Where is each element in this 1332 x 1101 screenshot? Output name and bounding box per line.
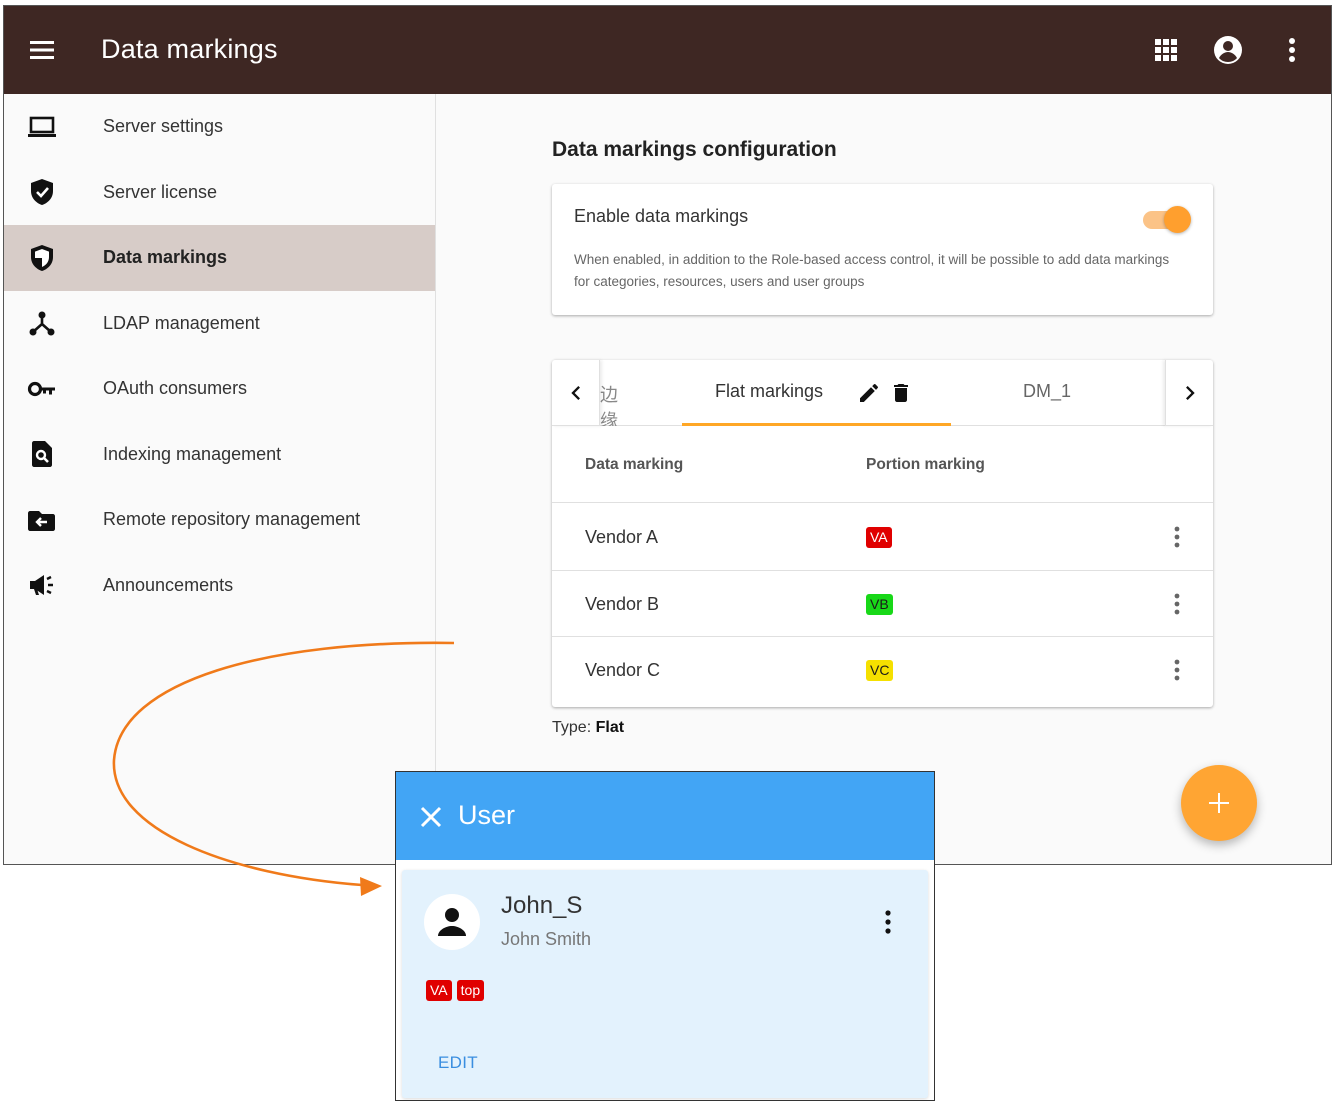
enable-description: When enabled, in addition to the Role-ba… <box>574 252 1170 289</box>
row-more-icon[interactable] <box>1165 657 1189 683</box>
user-panel: User John_S John Smith VA top EDIT <box>395 771 935 1101</box>
sidebar-item-label: Server license <box>103 181 218 202</box>
laptop-icon <box>26 111 58 143</box>
section-title: Data markings configuration <box>552 138 837 161</box>
data-marking-name: Vendor C <box>585 660 661 680</box>
portion-marking-badge: VB <box>866 593 893 615</box>
person-icon <box>438 908 466 936</box>
delete-icon[interactable] <box>889 381 913 405</box>
toggle-thumb <box>1164 206 1191 233</box>
folder-arrow-icon <box>26 504 58 536</box>
sidebar-item-announcements[interactable]: Announcements <box>4 553 435 619</box>
enable-data-markings-card: Enable data markings When enabled, in ad… <box>552 184 1213 315</box>
marking-type-value: Flat <box>595 719 625 736</box>
user-card: John_S John Smith VA top EDIT <box>402 870 928 1098</box>
find-in-page-icon <box>26 438 58 470</box>
sidebar-item-label: Indexing management <box>103 443 282 464</box>
edit-button[interactable]: EDIT <box>438 1053 478 1073</box>
sidebar-item-label: Data markings <box>103 247 228 268</box>
tab-scroll-right-button[interactable] <box>1165 360 1213 426</box>
sidebar-item-label: Announcements <box>103 574 234 595</box>
avatar <box>424 894 480 950</box>
table-row: Vendor C VC <box>552 637 1213 704</box>
column-header-data-marking: Data marking <box>585 456 684 473</box>
data-marking-name: Vendor A <box>585 527 659 547</box>
portion-marking-badge: VA <box>866 527 892 548</box>
row-more-icon[interactable] <box>1165 524 1189 550</box>
chevron-right-icon <box>1185 386 1195 400</box>
user-more-icon[interactable] <box>876 908 900 936</box>
tab-label: Flat markings <box>715 381 824 401</box>
username: John_S <box>501 892 583 919</box>
account-circle-icon[interactable] <box>1212 34 1244 66</box>
edit-icon[interactable] <box>857 381 881 405</box>
tab-partial[interactable]: 边缘 <box>600 360 630 426</box>
sidebar-item-label: Server settings <box>103 116 224 137</box>
megaphone-icon <box>26 569 58 601</box>
sidebar: Server settings Server license Data mark… <box>4 94 436 864</box>
enable-title: Enable data markings <box>574 206 749 226</box>
user-full-name: John Smith <box>501 929 592 949</box>
sidebar-item-indexing-management[interactable]: Indexing management <box>4 422 435 488</box>
tab-flat-markings[interactable]: Flat markings <box>682 360 951 426</box>
main-content: Data markings configuration Enable data … <box>437 94 1331 864</box>
app-window: Data markings Server settings Server lic… <box>3 5 1332 865</box>
sidebar-item-ldap-management[interactable]: LDAP management <box>4 291 435 357</box>
enable-data-markings-toggle[interactable] <box>1143 204 1191 234</box>
tab-scroll-left-button[interactable] <box>552 360 600 426</box>
user-marking-badge: top <box>456 980 485 1001</box>
menu-icon[interactable] <box>26 36 62 64</box>
tab-bar: 边缘 Flat markings DM_1 <box>552 360 1213 426</box>
sidebar-item-data-markings[interactable]: Data markings <box>4 225 435 291</box>
sidebar-item-label: LDAP management <box>103 312 260 333</box>
markings-table-card: 边缘 Flat markings DM_1 Data marking Porti… <box>552 360 1213 707</box>
sidebar-item-remote-repository-management[interactable]: Remote repository management <box>4 487 435 553</box>
chevron-left-icon <box>570 386 580 400</box>
data-marking-name: Vendor B <box>585 593 660 614</box>
user-panel-title: User <box>458 800 516 830</box>
plus-icon <box>1209 793 1229 813</box>
column-header-portion-marking: Portion marking <box>866 456 985 473</box>
table-header: Data marking Portion marking <box>552 427 1213 503</box>
verified-shield-icon <box>26 176 58 208</box>
user-markings: VA top <box>426 980 485 1001</box>
tab-dm-1[interactable]: DM_1 <box>952 360 1142 426</box>
sidebar-item-server-license[interactable]: Server license <box>4 160 435 226</box>
sidebar-item-oauth-consumers[interactable]: OAuth consumers <box>4 356 435 422</box>
shield-half-icon <box>26 242 58 274</box>
marking-type: Type: Flat <box>552 719 625 736</box>
add-button[interactable] <box>1181 765 1257 841</box>
portion-marking-badge: VC <box>866 660 894 681</box>
row-more-icon[interactable] <box>1165 591 1189 617</box>
user-marking-badge: VA <box>426 980 452 1001</box>
page-title: Data markings <box>101 34 278 64</box>
hub-icon <box>26 307 58 339</box>
sidebar-item-label: Remote repository management <box>103 509 361 530</box>
user-panel-header: User <box>396 772 934 860</box>
app-bar: Data markings <box>4 6 1331 94</box>
table-row: Vendor B VB <box>552 571 1213 637</box>
apps-grid-icon[interactable] <box>1150 34 1182 66</box>
more-vert-icon[interactable] <box>1276 34 1308 66</box>
key-icon <box>26 373 58 405</box>
sidebar-item-label: OAuth consumers <box>103 378 248 399</box>
close-icon[interactable] <box>417 803 445 831</box>
sidebar-item-server-settings[interactable]: Server settings <box>4 94 435 160</box>
table-row: Vendor A VA <box>552 504 1213 571</box>
